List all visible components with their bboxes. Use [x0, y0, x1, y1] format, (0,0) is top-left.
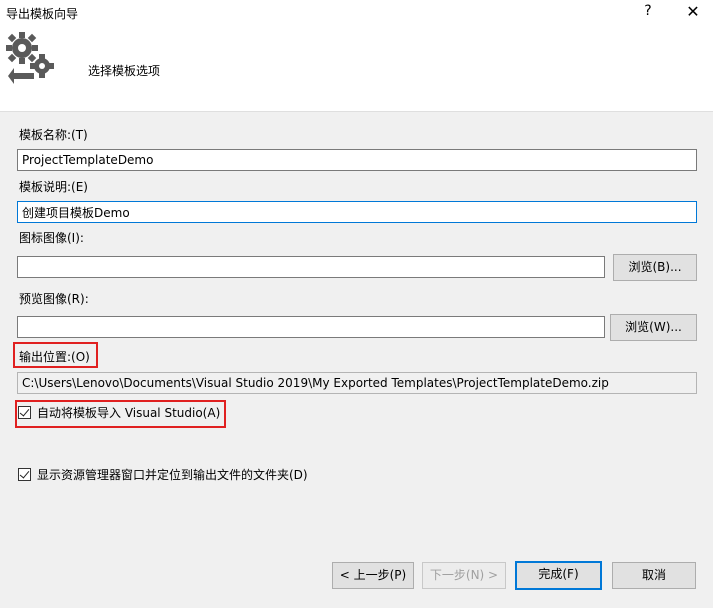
template-name-input[interactable] — [17, 149, 697, 171]
show-explorer-row[interactable]: 显示资源管理器窗口并定位到输出文件的文件夹(D) — [18, 466, 308, 483]
close-button[interactable]: ✕ — [682, 2, 704, 24]
preview-image-label: 预览图像(R): — [19, 292, 89, 306]
title-bar: 导出模板向导 ? ✕ — [0, 0, 713, 26]
gear-export-icon — [6, 32, 54, 84]
cancel-button[interactable]: 取消 — [612, 562, 696, 589]
icon-image-label: 图标图像(I): — [19, 231, 84, 245]
next-button[interactable]: 下一步(N) > — [422, 562, 506, 589]
template-name-label: 模板名称:(T) — [19, 128, 88, 142]
window-title: 导出模板向导 — [6, 7, 79, 21]
icon-image-input[interactable] — [17, 256, 605, 278]
show-explorer-label: 显示资源管理器窗口并定位到输出文件的文件夹(D) — [37, 468, 308, 482]
show-explorer-checkbox[interactable] — [18, 468, 31, 481]
auto-import-highlight — [15, 400, 226, 428]
template-description-label: 模板说明:(E) — [19, 180, 88, 194]
wizard-header: 选择模板选项 — [0, 26, 713, 112]
output-location-highlight — [13, 342, 98, 368]
template-description-input[interactable] — [17, 201, 697, 223]
output-location-input[interactable] — [17, 372, 697, 394]
previous-button[interactable]: < 上一步(P) — [332, 562, 414, 589]
help-button[interactable]: ? — [638, 3, 658, 23]
icon-browse-button[interactable]: 浏览(B)... — [613, 254, 697, 281]
header-title: 选择模板选项 — [88, 64, 161, 78]
preview-browse-button[interactable]: 浏览(W)... — [610, 314, 697, 341]
finish-button[interactable]: 完成(F) — [515, 561, 602, 590]
preview-image-input[interactable] — [17, 316, 605, 338]
